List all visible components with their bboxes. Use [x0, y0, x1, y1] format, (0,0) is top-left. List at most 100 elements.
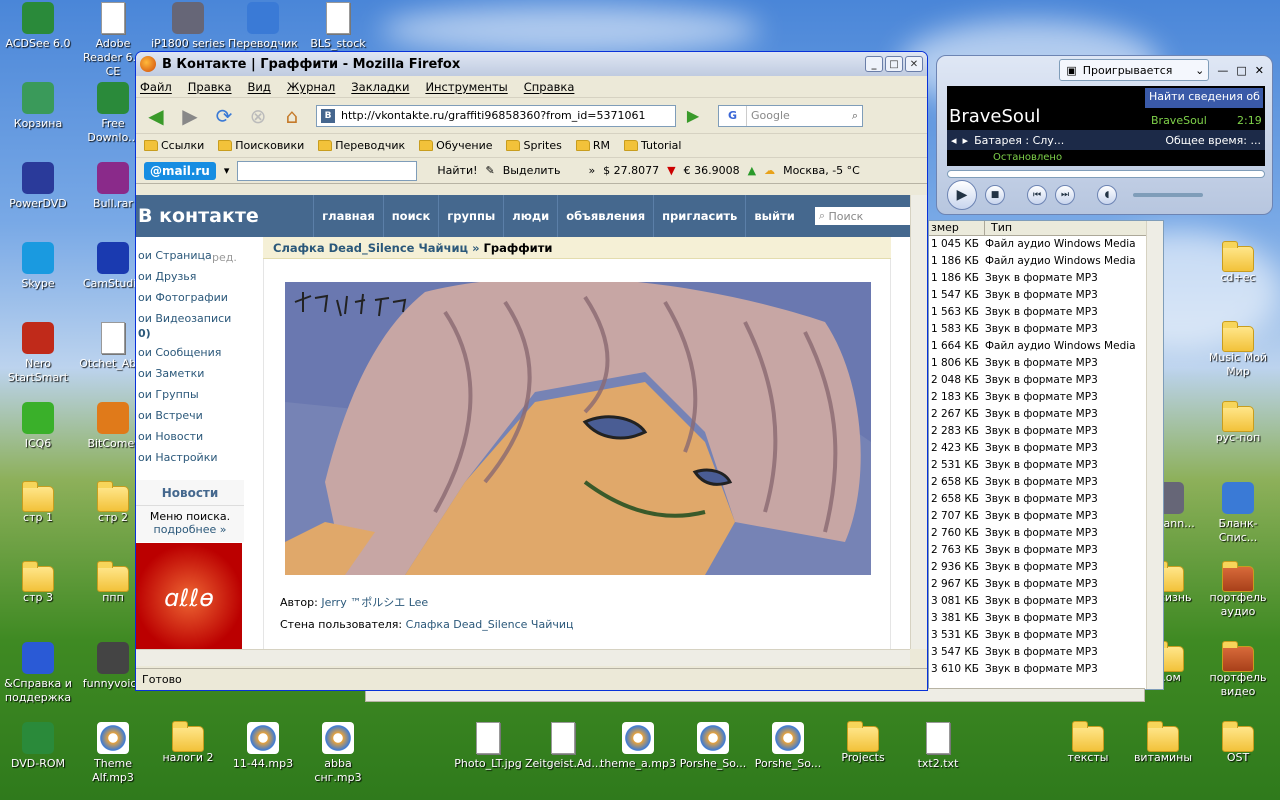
bookmark-folder[interactable]: Tutorial: [623, 139, 681, 152]
back-icon[interactable]: ◀: [142, 102, 170, 130]
url-bar[interactable]: B http://vkontakte.ru/graffiti96858360?f…: [316, 104, 676, 127]
column-type-header[interactable]: Тип: [985, 221, 1012, 235]
file-row[interactable]: 2 707 КБ Звук в формате MP3: [929, 508, 1163, 525]
graffiti-image[interactable]: [285, 282, 871, 575]
desktop-icon[interactable]: тексты: [1050, 721, 1126, 765]
vk-left-menu-item[interactable]: ои Заметки: [136, 363, 260, 384]
vk-left-menu-item[interactable]: ои Сообщения: [136, 342, 260, 363]
file-row[interactable]: 1 583 КБ Звук в формате MP3: [929, 321, 1163, 338]
page-vertical-scrollbar[interactable]: [910, 195, 927, 649]
file-row[interactable]: 2 283 КБ Звук в формате MP3: [929, 423, 1163, 440]
go-icon[interactable]: ▶: [682, 105, 704, 127]
close-icon[interactable]: ✕: [1255, 64, 1264, 77]
desktop-icon[interactable]: txt2.txt: [900, 722, 976, 771]
volume-slider[interactable]: [1133, 193, 1203, 197]
vk-left-menu-item[interactable]: ои Встречи: [136, 405, 260, 426]
desktop-icon[interactable]: ICQ6: [0, 402, 76, 451]
file-row[interactable]: 1 664 КБ Файл аудио Windows Media: [929, 338, 1163, 355]
desktop-icon[interactable]: витамины: [1125, 721, 1201, 765]
desktop-icon[interactable]: налоги 2: [150, 721, 226, 765]
author-link[interactable]: Jerry ™ポルシエ Lee: [321, 596, 428, 609]
desktop-icon[interactable]: портфель видео: [1200, 641, 1276, 699]
file-row[interactable]: 2 048 КБ Звук в формате MP3: [929, 372, 1163, 389]
menu-item[interactable]: Вид: [248, 80, 271, 94]
file-row[interactable]: 2 423 КБ Звук в формате MP3: [929, 440, 1163, 457]
usd-rate[interactable]: $ 27.8077: [603, 164, 659, 177]
edit-link[interactable]: ред.: [212, 251, 237, 264]
bookmark-folder[interactable]: Ссылки: [144, 139, 204, 152]
seek-bar[interactable]: [947, 170, 1265, 178]
file-row[interactable]: 2 267 КБ Звук в формате MP3: [929, 406, 1163, 423]
desktop-icon[interactable]: &Справка и поддержка: [0, 642, 76, 705]
vk-left-menu-item[interactable]: ои Страница: [136, 245, 260, 266]
desktop-icon[interactable]: Бланк-Спис...: [1200, 482, 1276, 545]
desktop-icon[interactable]: Porshe_So...: [750, 722, 826, 771]
desktop-icon[interactable]: Корзина: [0, 82, 76, 131]
breadcrumb-link[interactable]: Слафка Dead_Silence Чайчиц: [273, 241, 468, 255]
desktop-icon[interactable]: theme_a.mp3: [600, 722, 676, 771]
next-icon[interactable]: ▸: [963, 134, 969, 147]
desktop-icon[interactable]: Zeitgeist.Ad...: [525, 722, 602, 771]
desktop-icon[interactable]: Skype: [0, 242, 76, 291]
chevron-down-icon[interactable]: ▾: [224, 164, 230, 177]
vk-search-input[interactable]: ⌕ Поиск: [814, 207, 912, 225]
vk-nav-item[interactable]: группы: [438, 195, 503, 237]
file-row[interactable]: 1 806 КБ Звук в формате MP3: [929, 355, 1163, 372]
desktop-icon[interactable]: OST: [1200, 721, 1276, 765]
file-row[interactable]: 2 936 КБ Звук в формате MP3: [929, 559, 1163, 576]
vk-left-menu-item[interactable]: ои Фотографии: [136, 287, 260, 308]
file-row[interactable]: 2 531 КБ Звук в формате MP3: [929, 457, 1163, 474]
vk-left-menu-item[interactable]: ои Новости: [136, 426, 260, 447]
maximize-button[interactable]: □: [885, 56, 903, 72]
menu-item[interactable]: Журнал: [287, 80, 335, 94]
vk-logo[interactable]: В контакте: [136, 205, 313, 227]
desktop-icon[interactable]: BLS_stock: [300, 2, 376, 51]
previous-button[interactable]: ⏮: [1027, 185, 1047, 205]
home-icon[interactable]: ⌂: [278, 102, 306, 130]
vk-left-menu-item[interactable]: ои Настройки: [136, 447, 260, 468]
mute-button[interactable]: ◖: [1097, 185, 1117, 205]
page-horizontal-scrollbar[interactable]: [136, 649, 910, 666]
file-row[interactable]: 2 760 КБ Звук в формате MP3: [929, 525, 1163, 542]
file-row[interactable]: 1 186 КБ Файл аудио Windows Media: [929, 253, 1163, 270]
desktop-icon[interactable]: DVD-ROM: [0, 722, 76, 771]
explorer-scrollbar[interactable]: [1146, 221, 1163, 689]
vk-nav-item[interactable]: объявления: [557, 195, 653, 237]
bookmark-folder[interactable]: Обучение: [419, 139, 492, 152]
vk-nav-item[interactable]: главная: [313, 195, 383, 237]
file-row[interactable]: 2 967 КБ Звук в формате MP3: [929, 576, 1163, 593]
desktop-icon[interactable]: Nero StartSmart: [0, 322, 76, 385]
desktop-icon[interactable]: Photo_LT.jpg: [450, 722, 526, 771]
file-row[interactable]: 2 658 КБ Звук в формате MP3: [929, 474, 1163, 491]
maximize-icon[interactable]: □: [1236, 64, 1246, 77]
file-row[interactable]: 1 563 КБ Звук в формате MP3: [929, 304, 1163, 321]
desktop-icon[interactable]: Theme Alf.mp3: [75, 722, 151, 785]
desktop-icon[interactable]: abba снг.mp3: [300, 722, 376, 785]
vk-nav-item[interactable]: пригласить: [653, 195, 745, 237]
menu-item[interactable]: Закладки: [351, 80, 409, 94]
prev-icon[interactable]: ◂: [951, 134, 957, 147]
vk-nav-item[interactable]: поиск: [382, 195, 439, 237]
file-row[interactable]: 3 381 КБ Звук в формате MP3: [929, 610, 1163, 627]
eur-rate[interactable]: € 36.9008: [684, 164, 740, 177]
file-row[interactable]: 1 186 КБ Звук в формате MP3: [929, 270, 1163, 287]
desktop-icon[interactable]: PowerDVD: [0, 162, 76, 211]
file-row[interactable]: 3 610 КБ Звук в формате MP3: [929, 661, 1163, 678]
vk-left-menu-item[interactable]: 0): [136, 328, 260, 342]
file-row[interactable]: 1 045 КБ Файл аудио Windows Media: [929, 236, 1163, 253]
forward-icon[interactable]: ▶: [176, 102, 204, 130]
find-info-link[interactable]: Найти сведения об а...: [1145, 88, 1263, 108]
file-row[interactable]: 1 547 КБ Звук в формате MP3: [929, 287, 1163, 304]
file-row[interactable]: 2 183 КБ Звук в формате MP3: [929, 389, 1163, 406]
next-button[interactable]: ⏭: [1055, 185, 1075, 205]
mailru-search-input[interactable]: [237, 160, 418, 181]
column-size-header[interactable]: змер: [929, 221, 985, 235]
vk-nav-item[interactable]: выйти: [745, 195, 802, 237]
minimize-button[interactable]: _: [865, 56, 883, 72]
vk-left-menu-item[interactable]: ои Группы: [136, 384, 260, 405]
bookmark-folder[interactable]: RM: [575, 139, 610, 152]
desktop-icon[interactable]: рус-поп: [1200, 401, 1276, 445]
stop-button[interactable]: ■: [985, 185, 1005, 205]
mailru-logo[interactable]: @mail.ru: [144, 161, 216, 180]
firefox-titlebar[interactable]: В Контакте | Граффити - Mozilla Firefox …: [136, 52, 927, 76]
